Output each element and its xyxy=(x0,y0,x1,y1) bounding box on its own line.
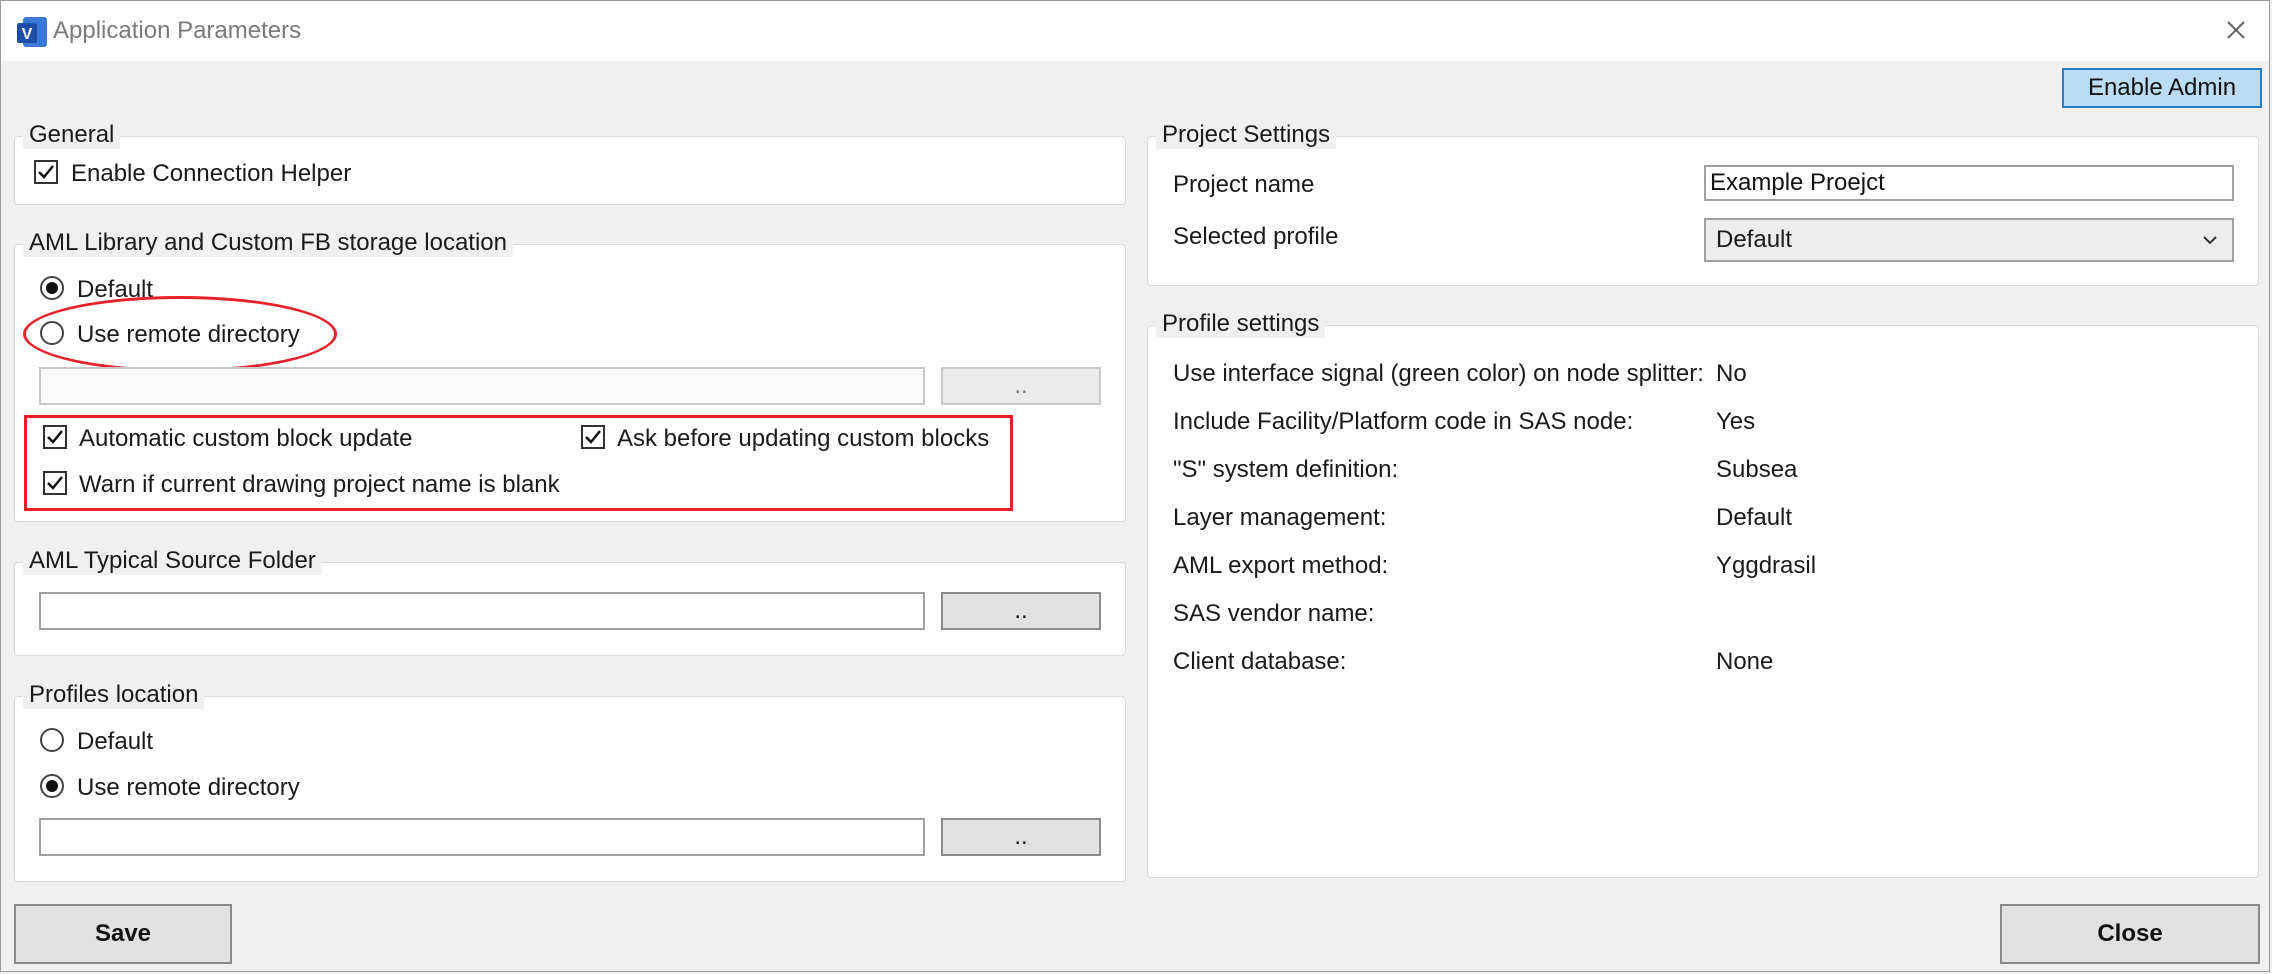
selected-profile-label: Selected profile xyxy=(1173,223,1339,250)
auto-update-checkbox[interactable] xyxy=(43,425,67,449)
project-name-label: Project name xyxy=(1173,171,1315,198)
profile-setting-label: "S" system definition: xyxy=(1173,456,1399,483)
profile-setting-value: Yes xyxy=(1716,408,1756,435)
general-title: General xyxy=(23,121,121,149)
annotation-ellipse xyxy=(23,296,337,372)
enable-admin-button[interactable]: Enable Admin xyxy=(2062,68,2262,108)
ask-before-label: Ask before updating custom blocks xyxy=(617,425,990,452)
aml-library-path-input[interactable] xyxy=(39,367,925,405)
profile-setting-label: AML export method: xyxy=(1173,552,1389,579)
close-icon[interactable] xyxy=(2219,13,2253,47)
warn-blank-label: Warn if current drawing project name is … xyxy=(79,471,560,498)
window-title: Application Parameters xyxy=(53,17,302,44)
profile-setting-value: None xyxy=(1716,648,1774,675)
profile-setting-label: Include Facility/Platform code in SAS no… xyxy=(1173,408,1634,435)
profile-setting-label: Client database: xyxy=(1173,648,1347,675)
enable-connection-helper-checkbox[interactable] xyxy=(34,160,58,184)
profile-setting-value: Default xyxy=(1716,504,1793,531)
profiles-default-label: Default xyxy=(77,728,154,755)
profile-setting-value: Yggdrasil xyxy=(1716,552,1817,579)
svg-text:V: V xyxy=(22,26,33,43)
profiles-browse-button[interactable]: .. xyxy=(941,818,1101,856)
profile-setting-value: Subsea xyxy=(1716,456,1798,483)
profile-setting-label: Use interface signal (green color) on no… xyxy=(1173,360,1704,387)
aml-typical-path-input[interactable] xyxy=(39,592,925,630)
aml-library-default-radio[interactable] xyxy=(40,276,64,300)
project-name-input[interactable] xyxy=(1704,165,2234,201)
checkmark-icon xyxy=(38,165,54,179)
ask-before-checkbox[interactable] xyxy=(581,425,605,449)
checkmark-icon xyxy=(585,430,601,444)
project-settings-title: Project Settings xyxy=(1156,121,1337,149)
profiles-default-radio[interactable] xyxy=(40,728,64,752)
profiles-path-input[interactable] xyxy=(39,818,925,856)
aml-library-browse-button[interactable]: .. xyxy=(941,367,1101,405)
title-bar: V Application Parameters xyxy=(1,1,2269,61)
project-settings-group xyxy=(1147,136,2259,286)
profile-setting-label: Layer management: xyxy=(1173,504,1387,531)
auto-update-label: Automatic custom block update xyxy=(79,425,413,452)
enable-connection-helper-label: Enable Connection Helper xyxy=(71,160,352,187)
aml-typical-browse-button[interactable]: .. xyxy=(941,592,1101,630)
chevron-down-icon xyxy=(2203,236,2217,245)
profiles-location-title: Profiles location xyxy=(23,681,205,709)
aml-typical-title: AML Typical Source Folder xyxy=(23,547,322,575)
app-icon: V xyxy=(17,17,47,47)
save-button[interactable]: Save xyxy=(14,904,232,964)
selected-profile-dropdown[interactable]: Default xyxy=(1704,218,2234,262)
profiles-remote-label: Use remote directory xyxy=(77,774,300,801)
profiles-remote-radio[interactable] xyxy=(40,774,64,798)
close-button[interactable]: Close xyxy=(2000,904,2260,964)
checkmark-icon xyxy=(47,476,63,490)
aml-library-title: AML Library and Custom FB storage locati… xyxy=(23,229,513,257)
profile-setting-value: No xyxy=(1716,360,1747,387)
checkmark-icon xyxy=(47,430,63,444)
application-parameters-window: V Application Parameters Enable Admin Ge… xyxy=(0,0,2270,972)
profile-settings-title: Profile settings xyxy=(1156,310,1326,338)
profile-setting-label: SAS vendor name: xyxy=(1173,600,1375,627)
warn-blank-checkbox[interactable] xyxy=(43,471,67,495)
selected-profile-value: Default xyxy=(1716,226,1793,253)
